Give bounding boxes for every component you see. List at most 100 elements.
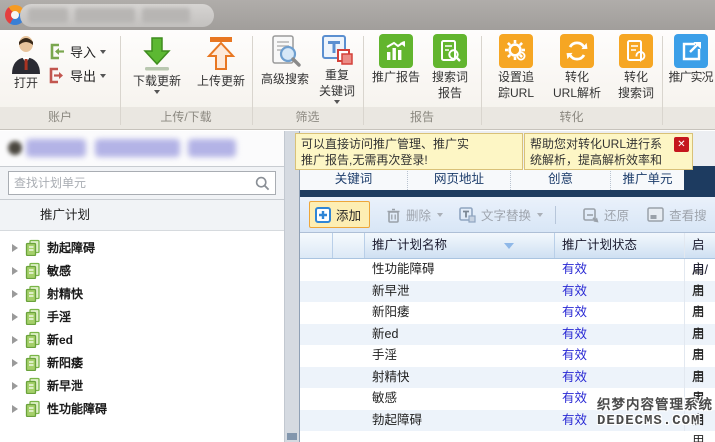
duplicate-keywords-icon [321, 34, 353, 66]
duplicate-keywords-caret[interactable] [334, 100, 340, 104]
expand-arrow-icon[interactable] [12, 290, 18, 298]
import-icon [48, 43, 65, 60]
import-button[interactable]: 导入 [48, 40, 120, 62]
tab-web-address[interactable]: 网页地址 [408, 168, 511, 190]
view-search-terms-button: 查看搜 [647, 205, 707, 224]
titlebar [0, 0, 715, 30]
tree-item-campaign[interactable]: 新早泄 [0, 374, 284, 397]
tooltip-tail [403, 133, 419, 134]
col-campaign-status[interactable]: 推广计划状态 [555, 233, 685, 258]
replace-dropdown-caret [537, 213, 543, 217]
app-window: 账户 上传/下载 筛选 报告 转化 打开 导入 [0, 0, 715, 442]
group-label-conversion: 转化 [481, 108, 662, 125]
group-label-report: 报告 [363, 108, 481, 125]
campaign-tree: 勃起障碍 敏感 射精快 手淫 新ed [0, 231, 284, 420]
promotion-report-button[interactable]: 推广报告 [369, 34, 423, 84]
view-tabs: 关键词 网页地址 创意 推广单元 [300, 168, 715, 190]
window-title-redacted [20, 4, 214, 27]
doc-refresh-icon [619, 34, 653, 68]
table-row[interactable]: 新ed有效启用 [300, 324, 715, 346]
expand-arrow-icon[interactable] [12, 405, 18, 413]
tooltip-close-icon[interactable]: ✕ [674, 137, 689, 152]
text-replace-button: 文字替换 [459, 205, 543, 224]
person-icon [9, 34, 43, 74]
text-replace-icon [459, 207, 476, 223]
tree-item-campaign[interactable]: 性功能障碍 [0, 397, 284, 420]
expand-arrow-icon[interactable] [12, 244, 18, 252]
col-enabled[interactable]: 启用/ [685, 233, 715, 258]
tree-item-campaign[interactable]: 敏感 [0, 259, 284, 282]
campaign-pages-icon [24, 262, 41, 279]
open-account-button[interactable]: 打开 [6, 34, 46, 90]
tree-item-campaign[interactable]: 新阳痿 [0, 351, 284, 374]
expand-arrow-icon[interactable] [12, 336, 18, 344]
campaign-table: 推广计划名称 推广计划状态 启用/ 性功能障碍有效启用 新早泄有效启用 新阳痿有… [300, 233, 715, 442]
splitter-grip[interactable] [287, 433, 297, 440]
search-icon[interactable] [255, 176, 270, 191]
table-row[interactable]: 新阳痿有效启用 [300, 302, 715, 324]
action-toolbar: 添加 删除 文字替换 [300, 197, 715, 233]
delete-dropdown-caret [437, 213, 443, 217]
share-arrow-icon [674, 34, 708, 68]
export-dropdown-caret[interactable] [100, 74, 106, 78]
col-select[interactable] [333, 233, 365, 258]
table-row[interactable]: 勃起障碍有效启用 [300, 410, 715, 432]
group-label-updown: 上传/下载 [120, 108, 252, 125]
add-button[interactable]: 添加 [309, 201, 370, 228]
tree-item-campaign[interactable]: 新ed [0, 328, 284, 351]
tooltip-tail [572, 133, 588, 134]
table-row[interactable]: 性功能障碍有效启用 [300, 259, 715, 281]
tab-creative[interactable]: 创意 [511, 168, 611, 190]
conversion-url-parse-button[interactable]: 转化 URL解析 [546, 34, 608, 100]
upload-update-button[interactable]: 上传更新 [190, 34, 252, 88]
download-update-button[interactable]: 下载更新 [126, 34, 188, 94]
plan-unit-search[interactable] [8, 171, 276, 195]
ribbon: 账户 上传/下载 筛选 报告 转化 打开 导入 [0, 30, 715, 130]
table-row[interactable]: 射精快有效启用 [300, 367, 715, 389]
duplicate-keywords-button[interactable]: 重复 关键词 [313, 34, 361, 104]
promotion-live-button[interactable]: 推广实况 [666, 34, 715, 84]
upload-arrow-icon [203, 34, 239, 72]
tree-item-campaign[interactable]: 勃起障碍 [0, 236, 284, 259]
search-input[interactable] [14, 174, 244, 192]
campaign-pages-icon [24, 308, 41, 325]
advanced-search-button[interactable]: 高级搜索 [257, 34, 313, 86]
col-campaign-name[interactable]: 推广计划名称 [365, 233, 555, 258]
group-label-account: 账户 [0, 108, 120, 125]
tree-item-campaign[interactable]: 射精快 [0, 282, 284, 305]
sidebar-splitter[interactable] [284, 131, 299, 442]
conversion-search-term-button[interactable]: 转化 搜索词 [611, 34, 661, 100]
trash-icon [386, 207, 401, 223]
table-header: 推广计划名称 推广计划状态 启用/ [300, 233, 715, 259]
set-tracking-url-button[interactable]: 设置追 踪URL [488, 34, 544, 100]
doc-search-icon [433, 34, 467, 68]
restore-icon [582, 207, 599, 223]
expand-arrow-icon[interactable] [12, 359, 18, 367]
expand-arrow-icon[interactable] [12, 267, 18, 275]
expand-arrow-icon[interactable] [12, 382, 18, 390]
download-arrow-icon [139, 34, 175, 72]
table-row[interactable]: 新早泄有效启用 [300, 281, 715, 303]
campaign-pages-icon [24, 377, 41, 394]
export-icon [48, 67, 65, 84]
tab-keywords[interactable]: 关键词 [300, 168, 408, 190]
download-update-caret[interactable] [154, 90, 160, 94]
table-row[interactable]: 敏感有效启用 [300, 388, 715, 410]
plus-icon [315, 207, 331, 223]
tooltip-conversion-url: 帮助您对转化URL进行系统解析，提高解析效率和能力 ✕ [524, 133, 693, 170]
tree-item-campaign[interactable]: 手淫 [0, 305, 284, 328]
gear-icon [499, 34, 533, 68]
campaign-pages-icon [24, 354, 41, 371]
tab-promotion-unit[interactable]: 推广单元 [611, 168, 685, 190]
expand-arrow-icon[interactable] [12, 313, 18, 321]
table-row[interactable]: 手淫有效启用 [300, 345, 715, 367]
import-dropdown-caret[interactable] [100, 50, 106, 54]
import-export-stack: 导入 导出 [48, 38, 120, 88]
sidebar: 推广计划 勃起障碍 敏感 射精快 手淫 [0, 131, 284, 442]
refresh-icon [560, 34, 594, 68]
sidebar-search-row [0, 167, 284, 200]
col-rowheader[interactable] [300, 233, 333, 258]
export-button[interactable]: 导出 [48, 64, 120, 86]
search-term-report-button[interactable]: 搜索词 报告 [424, 34, 476, 100]
campaign-pages-icon [24, 239, 41, 256]
